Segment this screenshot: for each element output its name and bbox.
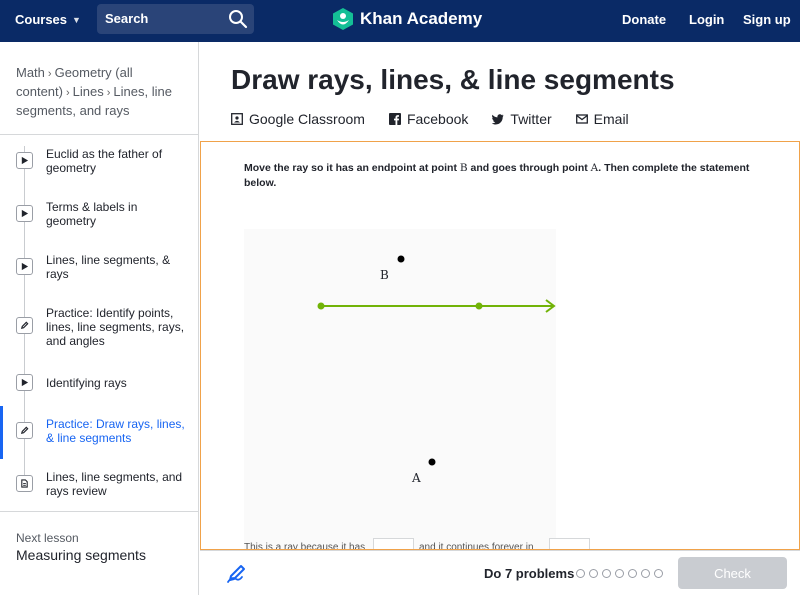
progress-dot bbox=[615, 569, 624, 578]
sidebar-item-label: Practice: Identify points, lines, line s… bbox=[46, 306, 185, 348]
graph-canvas[interactable]: B A bbox=[244, 229, 556, 550]
share-label: Twitter bbox=[510, 111, 552, 127]
statement-dropdown-1[interactable] bbox=[373, 538, 414, 549]
statement-dropdown-2[interactable] bbox=[549, 538, 590, 549]
point-a-label: A bbox=[411, 471, 421, 485]
courses-label: Courses bbox=[15, 12, 68, 27]
share-google-classroom[interactable]: Google Classroom bbox=[231, 111, 365, 127]
breadcrumb-math[interactable]: Math bbox=[16, 65, 45, 80]
page-title: Draw rays, lines, & line segments bbox=[231, 64, 675, 95]
share-row: Google Classroom Facebook Twitter Email bbox=[231, 111, 653, 127]
sidebar-item-label: Lines, line segments, and rays review bbox=[46, 470, 183, 498]
logo-text: Khan Academy bbox=[360, 9, 483, 28]
chevron-right-icon: › bbox=[106, 87, 111, 99]
google-classroom-icon bbox=[231, 113, 243, 125]
logo-icon bbox=[333, 8, 353, 30]
share-email[interactable]: Email bbox=[575, 111, 629, 127]
exercise-panel: Move the ray so it has an endpoint at po… bbox=[200, 141, 800, 550]
facebook-icon bbox=[388, 113, 401, 125]
breadcrumb: Math › Geometry (all content) › Lines › Lines,… bbox=[16, 64, 191, 120]
play-icon bbox=[16, 374, 33, 391]
breadcrumb-lines[interactable]: Lines bbox=[73, 84, 104, 99]
next-lesson-label: Next lesson bbox=[16, 531, 79, 545]
login-link[interactable]: Login bbox=[689, 12, 724, 27]
search-box[interactable]: Search bbox=[97, 4, 254, 34]
next-lesson-link[interactable]: Measuring segments bbox=[16, 547, 146, 563]
top-nav: Courses ▼ Search Khan Academy Donate Log… bbox=[0, 0, 800, 42]
ray-endpoint-handle[interactable] bbox=[317, 302, 325, 310]
sidebar-item-label: Lines, line segments, & rays bbox=[46, 253, 171, 281]
share-label: Google Classroom bbox=[249, 111, 365, 127]
signup-link[interactable]: Sign up bbox=[743, 12, 791, 27]
sidebar: Math › Geometry (all content) › Lines › Lines,… bbox=[0, 42, 199, 595]
chevron-right-icon: › bbox=[47, 68, 52, 80]
statement-text: and it continues forever in bbox=[419, 542, 534, 550]
point-a bbox=[428, 458, 436, 466]
exercise-footer: Do 7 problems Check bbox=[200, 550, 800, 595]
scratchpad-icon[interactable] bbox=[226, 562, 248, 584]
sidebar-item-label: Euclid as the father of geometry bbox=[46, 147, 163, 175]
ray-through-point-handle[interactable] bbox=[475, 302, 483, 310]
do-problems-label: Do 7 problems bbox=[484, 566, 575, 581]
courses-menu[interactable]: Courses ▼ bbox=[15, 12, 81, 27]
progress-dot bbox=[654, 569, 663, 578]
exercise-prompt: Move the ray so it has an endpoint at po… bbox=[244, 161, 784, 191]
progress-dot bbox=[589, 569, 598, 578]
play-icon bbox=[16, 152, 33, 169]
point-b-label: B bbox=[380, 268, 389, 282]
interactive-graph[interactable]: B A bbox=[244, 229, 556, 550]
pencil-icon bbox=[16, 317, 33, 334]
play-icon bbox=[16, 205, 33, 222]
progress-dot bbox=[628, 569, 637, 578]
chevron-down-icon: ▼ bbox=[72, 14, 81, 25]
play-icon bbox=[16, 258, 33, 275]
progress-dots bbox=[576, 569, 663, 578]
article-icon bbox=[16, 475, 33, 492]
progress-dot bbox=[641, 569, 650, 578]
active-indicator bbox=[0, 406, 3, 459]
share-label: Email bbox=[593, 111, 629, 127]
divider bbox=[0, 511, 199, 512]
progress-dot bbox=[602, 569, 611, 578]
khan-academy-logo[interactable]: Khan Academy bbox=[332, 7, 482, 31]
prompt-text: Move the ray so it has an endpoint at po… bbox=[244, 162, 460, 174]
progress-dot bbox=[576, 569, 585, 578]
prompt-text: and goes through point bbox=[467, 162, 591, 174]
share-label: Facebook bbox=[406, 111, 469, 127]
sidebar-item-label: Terms & labels in geometry bbox=[46, 200, 138, 228]
prompt-point-b: B bbox=[459, 162, 468, 174]
divider bbox=[0, 134, 199, 135]
sidebar-item-label: Practice: Draw rays, lines, & line segme… bbox=[46, 417, 185, 445]
search-label: Search bbox=[105, 11, 149, 26]
sidebar-item-label: Identifying rays bbox=[46, 376, 127, 390]
donate-link[interactable]: Donate bbox=[622, 12, 666, 27]
pencil-icon bbox=[16, 422, 33, 439]
share-facebook[interactable]: Facebook bbox=[388, 111, 469, 127]
email-icon bbox=[575, 114, 588, 124]
statement-text: This is a ray because it has bbox=[244, 542, 366, 550]
point-b bbox=[397, 255, 405, 263]
twitter-icon bbox=[492, 114, 504, 125]
search-icon[interactable] bbox=[228, 9, 248, 29]
check-button[interactable]: Check bbox=[678, 557, 787, 589]
chevron-right-icon: › bbox=[65, 87, 70, 99]
share-twitter[interactable]: Twitter bbox=[492, 111, 552, 127]
